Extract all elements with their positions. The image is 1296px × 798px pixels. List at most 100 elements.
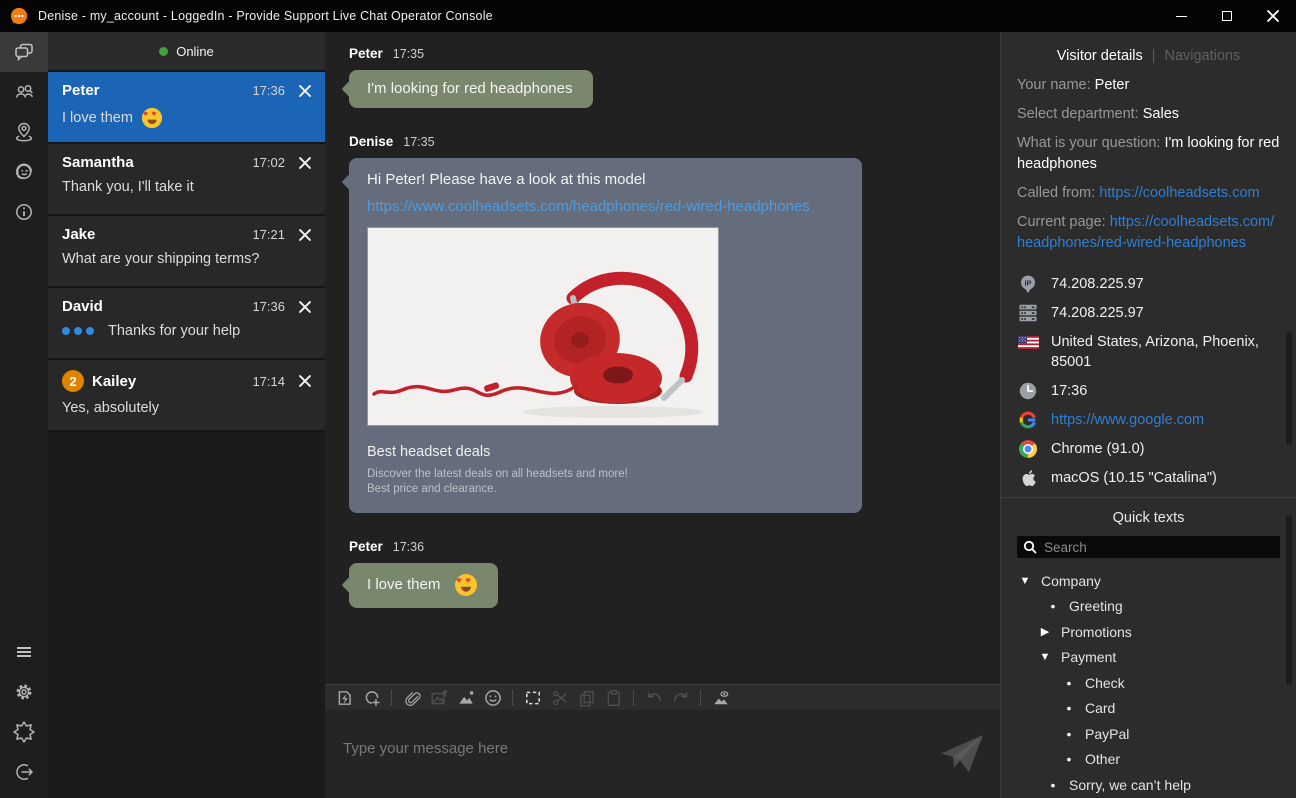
search-input[interactable] bbox=[1044, 540, 1274, 555]
visitor-local-time: 17:36 bbox=[1051, 381, 1087, 401]
tree-item-other[interactable]: ● Other bbox=[1001, 747, 1296, 773]
details-scrollbar[interactable] bbox=[1286, 332, 1292, 445]
message-time: 17:35 bbox=[403, 135, 434, 149]
chat-time: 17:36 bbox=[252, 83, 299, 98]
chat-list-item-kailey[interactable]: 2 Kailey 17:14 Yes, absolutely bbox=[48, 360, 325, 432]
tree-item-greeting[interactable]: ●Greeting bbox=[1001, 594, 1296, 620]
bullet-icon: ● bbox=[1063, 678, 1075, 688]
chat-list-item-david[interactable]: David 17:36 Thanks for your help bbox=[48, 288, 325, 360]
us-flag-icon bbox=[1018, 336, 1039, 349]
redo-icon bbox=[672, 689, 690, 707]
operator-console-window: Denise - my_account - LoggedIn - Provide… bbox=[0, 0, 1296, 798]
select-area-button[interactable] bbox=[520, 687, 545, 709]
tree-label: Other bbox=[1085, 751, 1120, 767]
chat-preview: Thank you, I'll take it bbox=[62, 179, 194, 195]
push-image-button[interactable] bbox=[453, 687, 478, 709]
expanded-icon[interactable]: ▼ bbox=[1019, 575, 1031, 587]
close-chat-icon[interactable] bbox=[299, 157, 311, 169]
visitor-fields: Your name: Peter Select department: Sale… bbox=[1001, 64, 1296, 254]
chat-preview: I love them bbox=[62, 110, 133, 126]
chrome-icon bbox=[1018, 439, 1038, 459]
visitor-panel: Visitor details | Navigations Your name:… bbox=[1000, 32, 1296, 798]
alerts-burst-icon bbox=[12, 720, 36, 744]
composer bbox=[325, 710, 1000, 798]
rail-alerts-button[interactable] bbox=[0, 712, 48, 752]
tree-item-company[interactable]: ▼Company bbox=[1001, 568, 1296, 594]
add-quick-text-button[interactable] bbox=[359, 687, 384, 709]
tab-visitor-details[interactable]: Visitor details bbox=[1057, 48, 1143, 64]
quick-texts-scrollbar[interactable] bbox=[1286, 515, 1292, 685]
upload-image-button[interactable] bbox=[426, 687, 451, 709]
tree-item-check[interactable]: ●Check bbox=[1001, 670, 1296, 696]
geo-location-icon bbox=[12, 120, 36, 144]
collapsed-icon[interactable]: ▶ bbox=[1039, 625, 1051, 638]
chats-icon bbox=[12, 40, 36, 64]
cut-button[interactable] bbox=[547, 687, 572, 709]
rail-menu-button[interactable] bbox=[0, 632, 48, 672]
undo-button[interactable] bbox=[641, 687, 666, 709]
tree-item-paypal[interactable]: ●PayPal bbox=[1001, 721, 1296, 747]
info-icon bbox=[12, 200, 36, 224]
chat-preview: Thanks for your help bbox=[108, 323, 240, 339]
toolbar-separator bbox=[391, 690, 392, 706]
close-chat-icon[interactable] bbox=[299, 85, 311, 97]
close-chat-icon[interactable] bbox=[299, 301, 311, 313]
tree-item-sorry[interactable]: ●Sorry, we can’t help bbox=[1001, 772, 1296, 798]
operator-status[interactable]: Online bbox=[48, 32, 325, 72]
redo-button[interactable] bbox=[668, 687, 693, 709]
chat-list: Online Peter 17:36 I love them Samantha … bbox=[48, 32, 325, 798]
rail-operator-button[interactable] bbox=[0, 152, 48, 192]
rail-visitors-button[interactable] bbox=[0, 72, 48, 112]
called-from-link[interactable]: https://coolheadsets.com bbox=[1099, 185, 1259, 201]
tree-item-card[interactable]: ●Card bbox=[1001, 696, 1296, 722]
expanded-icon[interactable]: ▼ bbox=[1039, 651, 1051, 663]
chat-list-item-peter[interactable]: Peter 17:36 I love them bbox=[48, 72, 325, 144]
tree-label: Payment bbox=[1061, 649, 1116, 665]
select-area-icon bbox=[524, 689, 542, 707]
tree-item-promotions[interactable]: ▶Promotions bbox=[1001, 619, 1296, 645]
composer-toolbar bbox=[325, 684, 1000, 710]
toolbar-separator bbox=[633, 690, 634, 706]
chat-time: 17:36 bbox=[252, 299, 299, 314]
emoji-button[interactable] bbox=[480, 687, 505, 709]
emoji-icon bbox=[484, 689, 502, 707]
local-time-icon bbox=[1018, 381, 1038, 401]
tab-navigations[interactable]: Navigations bbox=[1164, 48, 1240, 64]
rail-chats-button[interactable] bbox=[0, 32, 48, 72]
quick-response-button[interactable] bbox=[332, 687, 357, 709]
attach-file-button[interactable] bbox=[399, 687, 424, 709]
close-button[interactable] bbox=[1250, 0, 1296, 32]
rail-geo-location-button[interactable] bbox=[0, 112, 48, 152]
chat-list-item-samantha[interactable]: Samantha 17:02 Thank you, I'll take it bbox=[48, 144, 325, 216]
rail-logout-button[interactable] bbox=[0, 752, 48, 792]
attach-file-icon bbox=[403, 689, 421, 707]
close-chat-icon[interactable] bbox=[299, 229, 311, 241]
bullet-icon: ● bbox=[1063, 754, 1075, 764]
close-chat-icon[interactable] bbox=[299, 375, 311, 387]
field-label: Your name: bbox=[1017, 77, 1091, 93]
bullet-icon: ● bbox=[1047, 780, 1059, 790]
message-author: Peter bbox=[349, 46, 383, 61]
apple-icon bbox=[1018, 468, 1038, 488]
copy-button[interactable] bbox=[574, 687, 599, 709]
tree-item-payment[interactable]: ▼ Payment bbox=[1001, 645, 1296, 671]
operator-message-bubble: Hi Peter! Please have a look at this mod… bbox=[349, 158, 862, 513]
rail-settings-button[interactable] bbox=[0, 672, 48, 712]
rail-info-button[interactable] bbox=[0, 192, 48, 232]
minimize-button[interactable] bbox=[1158, 0, 1204, 32]
field-value: Sales bbox=[1143, 106, 1179, 122]
paste-button[interactable] bbox=[601, 687, 626, 709]
visitor-location: United States, Arizona, Phoenix, 85001 bbox=[1051, 332, 1280, 372]
screen-view-button[interactable] bbox=[708, 687, 733, 709]
message-history[interactable]: Peter 17:35 I'm looking for red headphon… bbox=[325, 32, 1000, 684]
referrer-link[interactable]: https://www.google.com bbox=[1051, 410, 1204, 430]
message-link[interactable]: https://www.coolheadsets.com/headphones/… bbox=[367, 198, 844, 215]
chat-list-item-jake[interactable]: Jake 17:21 What are your shipping terms? bbox=[48, 216, 325, 288]
bullet-icon: ● bbox=[1063, 729, 1075, 739]
chat-time: 17:14 bbox=[252, 374, 299, 389]
message-input[interactable] bbox=[335, 718, 925, 790]
conversation-pane: Peter 17:35 I'm looking for red headphon… bbox=[325, 32, 1000, 798]
online-status-label: Online bbox=[176, 44, 214, 59]
maximize-button[interactable] bbox=[1204, 0, 1250, 32]
send-button[interactable] bbox=[940, 734, 984, 774]
